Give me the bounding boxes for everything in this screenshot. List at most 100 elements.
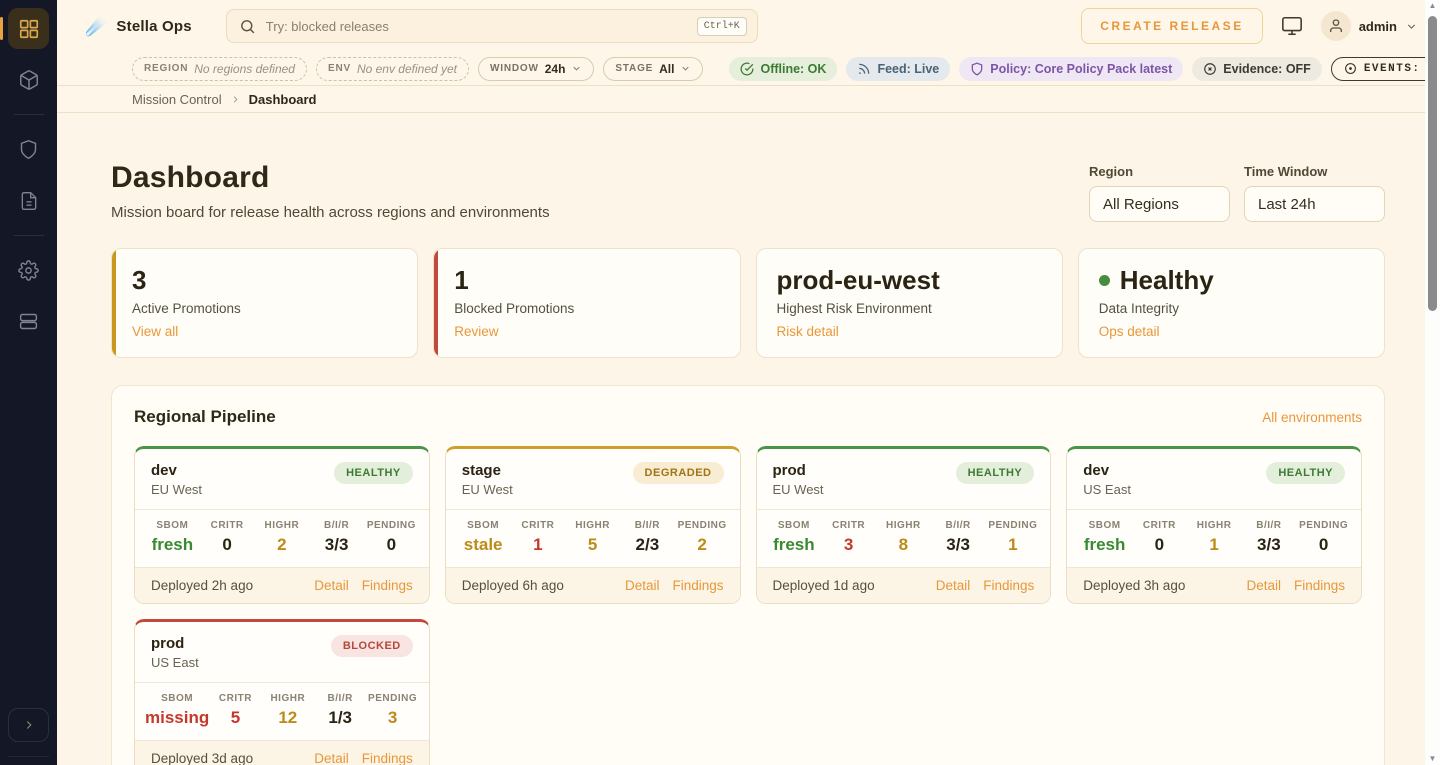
stat-value-sbom: missing: [145, 708, 209, 728]
status-badge[interactable]: Evidence: OFF: [1192, 57, 1322, 81]
env-filter-label: ENV: [328, 63, 351, 74]
summary-card-value: 3: [132, 266, 146, 295]
breadcrumb-mission-control[interactable]: Mission Control: [132, 92, 222, 107]
stat-header-critr: CRITR: [1132, 520, 1187, 531]
summary-card-label: Data Integrity: [1099, 301, 1364, 316]
chevron-down-icon: [571, 63, 582, 74]
search-input[interactable]: [266, 19, 687, 34]
region-filter-pill[interactable]: REGION No regions defined: [132, 57, 307, 81]
summary-card-link[interactable]: Ops detail: [1099, 324, 1160, 339]
all-environments-link[interactable]: All environments: [1262, 410, 1362, 425]
findings-link[interactable]: Findings: [362, 751, 413, 765]
findings-link[interactable]: Findings: [362, 578, 413, 593]
stat-header-bir: B/I/R: [309, 520, 364, 531]
stage-filter-pill[interactable]: STAGE All: [603, 57, 703, 81]
environment-status-badge: HEALTHY: [1266, 462, 1345, 484]
stat-header-critr: CRITR: [511, 520, 566, 531]
panel-title: Regional Pipeline: [134, 407, 276, 427]
sidebar-item-settings[interactable]: [8, 250, 49, 291]
summary-card-link[interactable]: View all: [132, 324, 178, 339]
scroll-down-icon[interactable]: ▼: [1429, 753, 1437, 765]
stat-value-bir: 3/3: [931, 535, 986, 555]
page-content: Dashboard Mission board for release heal…: [57, 113, 1440, 765]
health-dot-icon: [1099, 275, 1110, 286]
stat-value-critr: 5: [209, 708, 261, 728]
stat-value-highr: 8: [876, 535, 931, 555]
file-icon: [19, 191, 39, 211]
stat-header-sbom: SBOM: [456, 520, 511, 531]
region-select-label: Region: [1089, 164, 1230, 179]
time-window-select[interactable]: Last 24h: [1244, 186, 1385, 222]
summary-card-value: prod-eu-west: [777, 266, 940, 295]
status-bar: REGION No regions defined ENV No env def…: [57, 52, 1440, 86]
summary-card-link[interactable]: Risk detail: [777, 324, 839, 339]
status-badge-icon: [857, 62, 871, 76]
summary-card-label: Active Promotions: [132, 301, 397, 316]
sidebar-item-infrastructure[interactable]: [8, 301, 49, 342]
chevron-down-icon: [1405, 20, 1418, 33]
window-filter-pill[interactable]: WINDOW 24h: [478, 57, 594, 81]
stat-header-critr: CRITR: [821, 520, 876, 531]
scrollbar-thumb[interactable]: [1428, 16, 1437, 311]
stat-header-sbom: SBOM: [145, 520, 200, 531]
status-badge[interactable]: Policy: Core Policy Pack latest: [959, 57, 1183, 81]
status-badge[interactable]: Offline: OK: [729, 57, 837, 81]
summary-card: 1 Blocked Promotions Review: [433, 248, 740, 358]
summary-card-accent: [112, 249, 116, 357]
detail-link[interactable]: Detail: [314, 578, 349, 593]
stat-header-critr: CRITR: [209, 693, 261, 704]
search-shortcut-badge: Ctrl+K: [697, 17, 747, 36]
stat-value-pending: 0: [1296, 535, 1351, 555]
stat-value-pending: 1: [986, 535, 1041, 555]
user-menu[interactable]: admin: [1321, 11, 1418, 41]
stat-value-critr: 0: [200, 535, 255, 555]
breadcrumb-dashboard: Dashboard: [249, 92, 317, 107]
comet-logo-icon: ☄️: [85, 16, 107, 37]
sidebar-item-documents[interactable]: [8, 180, 49, 221]
environment-name: prod: [151, 635, 199, 652]
region-select[interactable]: All Regions: [1089, 186, 1230, 222]
detail-link[interactable]: Detail: [1246, 578, 1281, 593]
create-release-button[interactable]: CREATE RELEASE: [1081, 8, 1262, 44]
grid-icon: [18, 18, 40, 40]
sidebar-collapse-button[interactable]: [8, 708, 49, 742]
env-filter-pill[interactable]: ENV No env defined yet: [316, 57, 469, 81]
stat-value-bir: 3/3: [1242, 535, 1297, 555]
stat-header-highr: HIGHR: [565, 520, 620, 531]
stat-header-bir: B/I/R: [314, 693, 366, 704]
scroll-up-icon[interactable]: ▲: [1429, 0, 1437, 12]
stat-header-bir: B/I/R: [620, 520, 675, 531]
brand[interactable]: ☄️ Stella Ops: [85, 16, 192, 37]
detail-link[interactable]: Detail: [936, 578, 971, 593]
sidebar-item-releases[interactable]: [8, 59, 49, 100]
region-filter-label: REGION: [144, 63, 188, 74]
detail-link[interactable]: Detail: [314, 751, 349, 765]
stat-header-pending: PENDING: [364, 520, 419, 531]
stat-header-highr: HIGHR: [255, 520, 310, 531]
stat-value-bir: 2/3: [620, 535, 675, 555]
events-degraded-badge[interactable]: EVENTS: DEGRADED: [1331, 57, 1440, 81]
window-scrollbar[interactable]: ▲ ▼: [1425, 0, 1440, 765]
stat-header-highr: HIGHR: [262, 693, 314, 704]
stat-header-sbom: SBOM: [1077, 520, 1132, 531]
monitor-icon[interactable]: [1281, 15, 1303, 37]
detail-link[interactable]: Detail: [625, 578, 660, 593]
environment-name: stage: [462, 462, 513, 479]
global-search[interactable]: Ctrl+K: [226, 9, 758, 43]
summary-card: Healthy Data Integrity Ops detail: [1078, 248, 1385, 358]
breadcrumb: Mission Control Dashboard: [57, 86, 1440, 113]
sidebar-item-dashboard[interactable]: [8, 8, 49, 49]
stat-header-pending: PENDING: [366, 693, 418, 704]
findings-link[interactable]: Findings: [983, 578, 1034, 593]
summary-card-link[interactable]: Review: [454, 324, 498, 339]
stat-value-pending: 3: [366, 708, 418, 728]
stat-value-highr: 2: [255, 535, 310, 555]
stat-value-pending: 2: [675, 535, 730, 555]
environment-name: dev: [151, 462, 202, 479]
sidebar-item-security[interactable]: [8, 129, 49, 170]
deployed-timestamp: Deployed 1d ago: [773, 578, 875, 593]
findings-link[interactable]: Findings: [1294, 578, 1345, 593]
status-badge[interactable]: Feed: Live: [846, 57, 950, 81]
stat-value-critr: 0: [1132, 535, 1187, 555]
findings-link[interactable]: Findings: [672, 578, 723, 593]
